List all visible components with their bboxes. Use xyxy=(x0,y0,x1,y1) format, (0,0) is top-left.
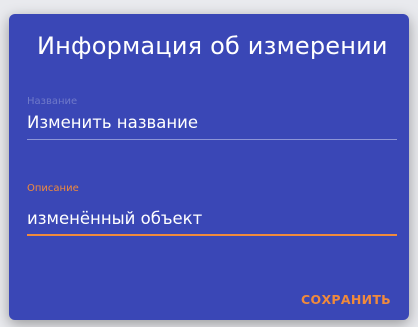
dialog-title: Информация об измерении xyxy=(37,32,388,60)
save-button[interactable]: СОХРАНИТЬ xyxy=(301,292,391,307)
name-field-label: Название xyxy=(27,96,78,107)
description-field[interactable]: Описание изменённый объект xyxy=(27,183,397,241)
description-field-underline xyxy=(27,234,397,236)
description-input[interactable]: изменённый объект xyxy=(27,209,397,228)
name-field-underline xyxy=(27,139,397,140)
measurement-info-dialog: Информация об измерении Название Изменит… xyxy=(9,14,409,320)
name-field[interactable]: Название Изменить название xyxy=(27,96,397,146)
description-field-label: Описание xyxy=(27,183,79,194)
name-input[interactable]: Изменить название xyxy=(27,113,397,132)
